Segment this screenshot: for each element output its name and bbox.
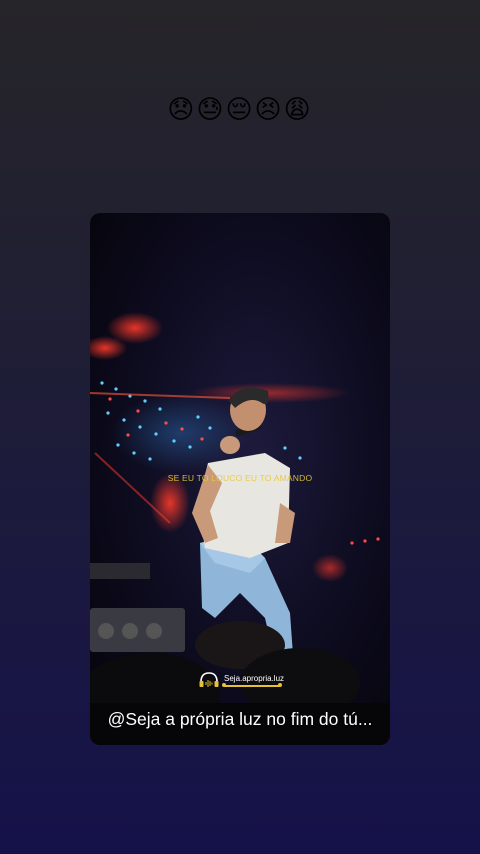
headphones-logo-icon (199, 672, 219, 687)
post-caption[interactable]: @Seja a própria luz no fim do tú... (90, 709, 390, 730)
lyric-overlay-text: SE EU TO LOUCO EU TO AMANDO (167, 473, 313, 483)
emoji-sticker: 😞😓😔😣😩 (167, 95, 313, 125)
watermark-underline (222, 683, 282, 687)
watermark-text: Seja.apropria.luz (224, 673, 285, 683)
watermark: Seja.apropria.luz (198, 671, 284, 689)
post-media[interactable]: SE EU TO LOUCO EU TO AMANDO Seja.apropri… (90, 213, 390, 745)
